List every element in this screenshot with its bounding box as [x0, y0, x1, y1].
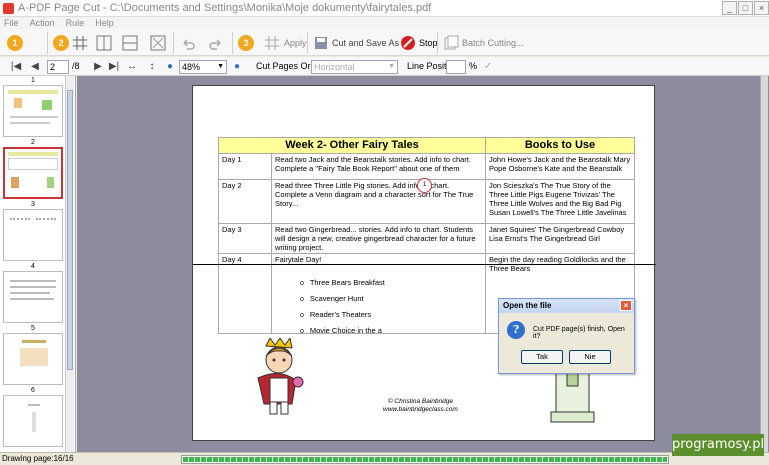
- list-item: Scavenger Hunt: [300, 291, 385, 307]
- maximize-button[interactable]: □: [738, 1, 753, 15]
- thumbnail-scrollbar[interactable]: [65, 76, 74, 452]
- confirm-icon[interactable]: ✓: [482, 60, 494, 73]
- thumbnail-page-3[interactable]: 3: [2, 201, 64, 261]
- menu-help[interactable]: Help: [95, 17, 114, 29]
- document-workspace: Week 2- Other Fairy Tales Books to Use D…: [77, 76, 769, 452]
- apply-button[interactable]: Apply: [264, 33, 307, 53]
- activity-list: Three Bears Breakfast Scavenger Hunt Rea…: [300, 275, 385, 339]
- thumbnail-page-1[interactable]: 1: [2, 77, 64, 137]
- dialog-message: Cut PDF page(s) finish, Open it?: [533, 326, 625, 340]
- stop-label: Stop: [419, 38, 438, 48]
- dialog-no-button[interactable]: Nie: [569, 350, 611, 364]
- redo-button[interactable]: [208, 33, 224, 53]
- last-page-button[interactable]: ▶|: [108, 60, 120, 73]
- cut-order-dropdown-icon: ▼: [388, 63, 395, 70]
- clear-split-icon: [150, 35, 166, 51]
- redo-icon: [209, 39, 221, 50]
- question-icon: ?: [507, 321, 525, 339]
- split-horizontal-button[interactable]: [122, 33, 138, 53]
- split-vertical-button[interactable]: [96, 33, 112, 53]
- badge-3-icon: 3: [238, 35, 254, 51]
- pdf-page: Week 2- Other Fairy Tales Books to Use D…: [192, 85, 656, 441]
- list-item: Movie Choice in the a: [300, 323, 385, 339]
- list-item: Three Bears Breakfast: [300, 275, 385, 291]
- page-total: /8: [72, 61, 80, 71]
- menu-bar: File Action Rule Help: [0, 17, 769, 29]
- cut-save-label: Cut and Save As: [332, 38, 400, 48]
- line-position-unit: %: [469, 61, 478, 71]
- thumbnail-page-5[interactable]: 5: [2, 325, 64, 385]
- status-text: Drawing page:16/16: [2, 454, 74, 463]
- table-row: Day 1 Read two Jack and the Beanstalk st…: [218, 153, 635, 180]
- progress-fill: [183, 457, 667, 462]
- cut-line[interactable]: [193, 264, 656, 265]
- menu-action[interactable]: Action: [30, 17, 55, 29]
- zoom-in-button[interactable]: ●: [231, 60, 243, 73]
- dialog-yes-button[interactable]: Tak: [521, 350, 563, 364]
- window-title: A-PDF Page Cut - C:\Documents and Settin…: [18, 2, 432, 14]
- cut-save-button[interactable]: Cut and Save As ▼: [313, 33, 409, 53]
- split-vertical-icon: [96, 35, 112, 51]
- prince-clipart: [257, 338, 304, 415]
- save-icon: [315, 37, 327, 49]
- zoom-out-button[interactable]: ●: [164, 60, 176, 73]
- watermark-logo: programosy.pl: [672, 434, 764, 456]
- stop-icon: [401, 36, 415, 50]
- split-horizontal-icon: [122, 35, 138, 51]
- status-bar: Drawing page:16/16: [0, 452, 769, 465]
- batch-label: Batch Cutting...: [462, 38, 524, 48]
- workspace-scrollbar[interactable]: [760, 76, 768, 452]
- menu-rule[interactable]: Rule: [66, 17, 85, 29]
- batch-cutting-button[interactable]: Batch Cutting...: [443, 33, 524, 53]
- zoom-value: 48%: [182, 62, 201, 72]
- menu-file[interactable]: File: [4, 17, 19, 29]
- undo-button[interactable]: [180, 33, 196, 53]
- apply-label: Apply: [284, 38, 307, 48]
- badge-2-icon: 2: [53, 35, 69, 51]
- minimize-button[interactable]: _: [722, 1, 737, 15]
- cut-marker[interactable]: 1: [417, 178, 432, 193]
- batch-icon: [444, 35, 459, 50]
- progress-bar: [181, 455, 669, 464]
- stop-button[interactable]: Stop: [400, 33, 438, 53]
- fit-width-button[interactable]: ↔: [126, 60, 138, 73]
- help-1-button[interactable]: 1: [7, 33, 23, 53]
- dialog-title: Open the file ×: [499, 299, 634, 313]
- scrollbar-thumb[interactable]: [67, 90, 73, 370]
- fit-height-button[interactable]: ↕: [146, 60, 158, 73]
- badge-1-icon: 1: [7, 35, 23, 51]
- list-item: Reader's Theaters: [300, 307, 385, 323]
- help-3-button[interactable]: 3: [238, 33, 254, 53]
- dialog-close-button[interactable]: ×: [620, 300, 632, 311]
- app-icon: [3, 3, 14, 14]
- credit: © Christina Bainbridge www.bainbridgecla…: [383, 398, 458, 413]
- grid-icon: [73, 36, 87, 50]
- week-header: Week 2- Other Fairy Tales: [218, 137, 486, 154]
- help-2-button[interactable]: 2: [53, 33, 69, 53]
- close-button[interactable]: ×: [754, 1, 769, 15]
- apply-grid-icon: [265, 36, 279, 50]
- thumbnail-panel: 1 2 3 4 5 6: [0, 76, 76, 452]
- next-page-button[interactable]: ▶: [92, 60, 104, 73]
- thumbnail-page-6[interactable]: 6: [2, 387, 64, 447]
- nav-toolbar: |◀ ◀ 2 /8 ▶ ▶| ↔ ↕ ● 48% ▼ ● Cut Pages O…: [0, 57, 769, 76]
- thumbnail-page-2[interactable]: 2: [2, 139, 64, 199]
- books-header: Books to Use: [485, 137, 635, 154]
- grid-button[interactable]: [72, 33, 88, 53]
- thumbnail-page-4[interactable]: 4: [2, 263, 64, 323]
- page-number-input[interactable]: 2: [47, 60, 69, 74]
- prev-page-button[interactable]: ◀: [29, 60, 41, 73]
- cut-order-select[interactable]: Horizontal ▼: [311, 60, 398, 74]
- title-bar: A-PDF Page Cut - C:\Documents and Settin…: [0, 0, 769, 17]
- main-toolbar: 1 2 3 Apply Cut and Save As ▼ Stop Batch…: [0, 29, 769, 56]
- undo-icon: [183, 39, 195, 50]
- zoom-select[interactable]: 48% ▼: [179, 60, 227, 74]
- cut-order-value: Horizontal: [314, 62, 355, 72]
- table-row: Day 3 Read two Gingerbread... stories. A…: [218, 223, 635, 254]
- first-page-button[interactable]: |◀: [10, 60, 22, 73]
- zoom-dropdown-icon: ▼: [217, 63, 224, 70]
- open-file-dialog: Open the file × ? Cut PDF page(s) finish…: [498, 298, 635, 374]
- line-position-input[interactable]: [446, 60, 466, 74]
- clear-split-button[interactable]: [150, 33, 166, 53]
